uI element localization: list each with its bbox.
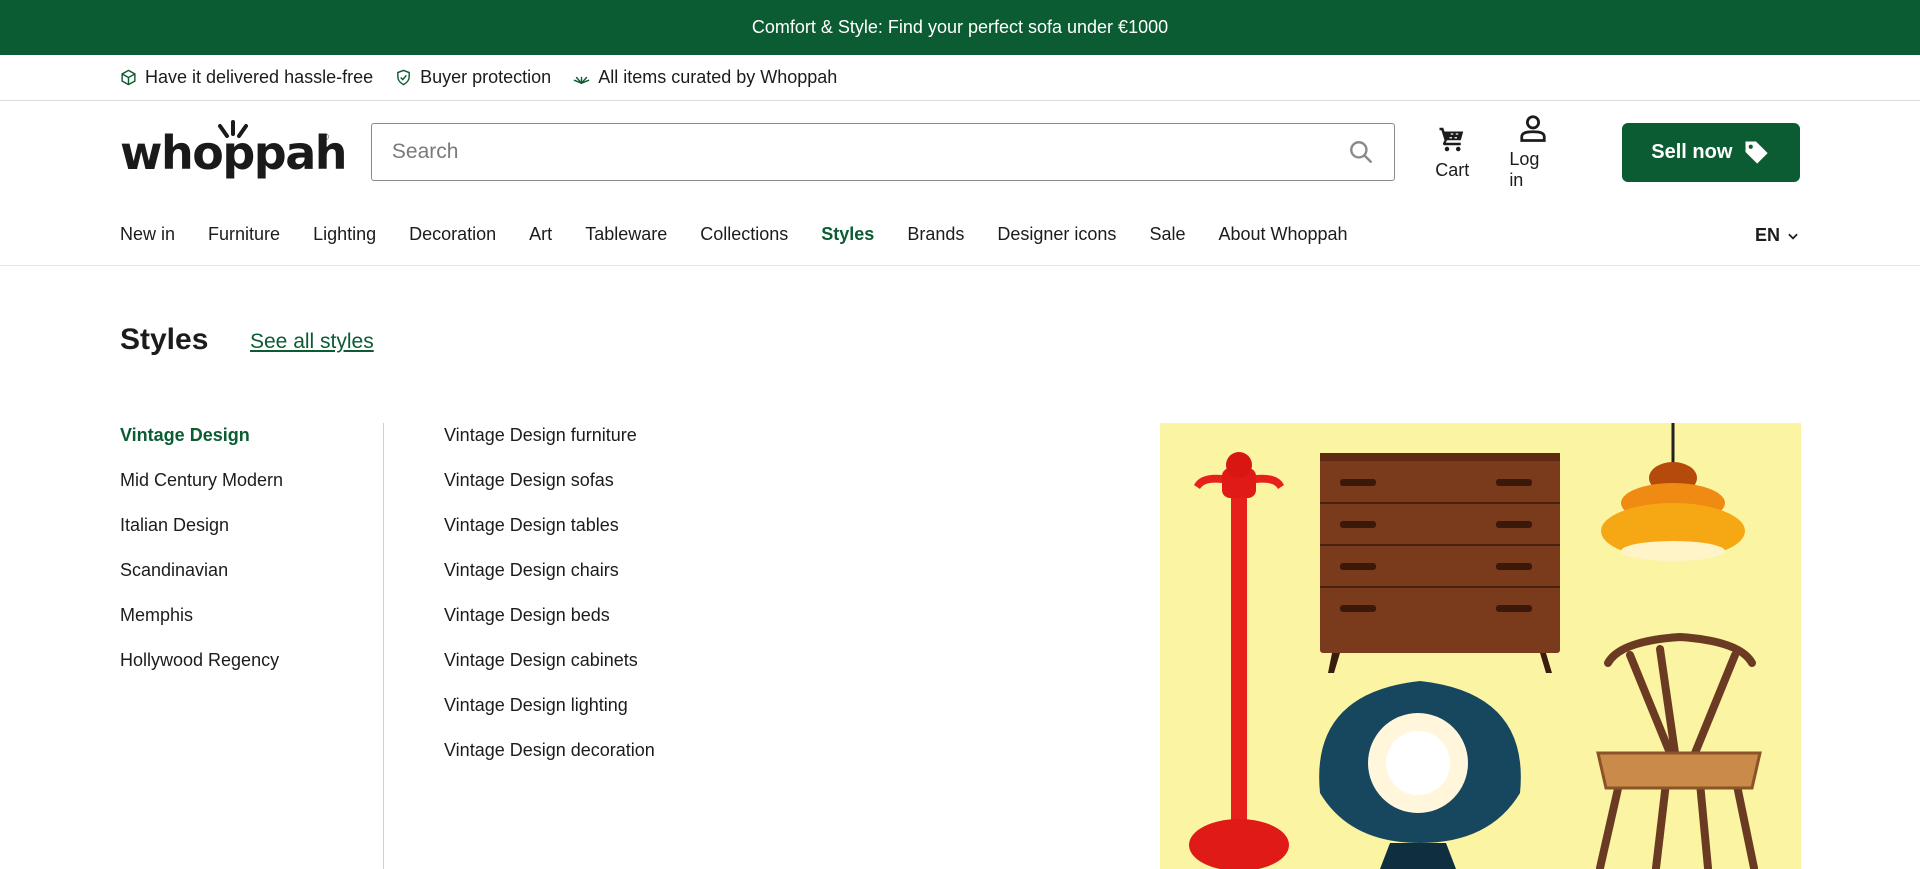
styles-list: Vintage Design Mid Century Modern Italia… [120, 424, 283, 694]
vintage-furniture-illustration [1189, 423, 1762, 869]
style-item-memphis[interactable]: Memphis [120, 604, 283, 649]
usp-label: Buyer protection [420, 67, 552, 87]
subcategory-item[interactable]: Vintage Design tables [444, 514, 655, 559]
logo-text: whoppah [120, 126, 348, 180]
login-label: Log in [1509, 149, 1540, 190]
usp-bar: Have it delivered hassle-free Buyer prot… [0, 55, 1920, 101]
see-all-styles-link[interactable]: See all styles [250, 330, 374, 354]
usp-delivery: Have it delivered hassle-free [120, 67, 373, 88]
sell-now-button[interactable]: Sell now [1621, 122, 1800, 182]
subcategory-item[interactable]: Vintage Design cabinets [444, 649, 655, 694]
nav-item-furniture[interactable]: Furniture [208, 224, 280, 245]
style-item-scandinavian[interactable]: Scandinavian [120, 559, 283, 604]
search-icon[interactable] [1348, 139, 1374, 165]
language-selector[interactable]: EN [1755, 225, 1800, 246]
subcategory-item[interactable]: Vintage Design sofas [444, 469, 655, 514]
dresser-illustration [1320, 453, 1560, 673]
panel-title: Styles [120, 323, 209, 356]
style-item-hollywood-regency[interactable]: Hollywood Regency [120, 649, 283, 694]
cart-button[interactable]: Cart [1435, 124, 1469, 181]
nav-item-tableware[interactable]: Tableware [585, 224, 667, 245]
search-bar[interactable] [370, 123, 1396, 181]
promo-banner[interactable]: Comfort & Style: Find your perfect sofa … [0, 0, 1920, 55]
chevron-down-icon [1788, 233, 1798, 240]
nav-item-sale[interactable]: Sale [1149, 224, 1185, 245]
main-nav: New in Furniture Lighting Decoration Art… [0, 203, 1920, 266]
style-item-mid-century-modern[interactable]: Mid Century Modern [120, 469, 283, 514]
nav-item-designer-icons[interactable]: Designer icons [997, 224, 1116, 245]
style-item-italian-design[interactable]: Italian Design [120, 514, 283, 559]
nav-item-art[interactable]: Art [529, 224, 552, 245]
usp-label: Have it delivered hassle-free [145, 67, 374, 87]
table-lamp-illustration [1319, 681, 1521, 869]
coat-stand-illustration [1189, 452, 1289, 869]
sell-now-label: Sell now [1651, 140, 1733, 163]
nav-item-brands[interactable]: Brands [907, 224, 964, 245]
subcategory-item[interactable]: Vintage Design beds [444, 604, 655, 649]
usp-protection: Buyer protection [395, 67, 551, 88]
styles-mega-menu: Styles See all styles Vintage Design Mid… [0, 268, 1920, 869]
search-input[interactable] [391, 140, 1349, 164]
logo-registered-mark: ® [322, 132, 329, 142]
site-header: whoppah ® Cart Log in Sell now [0, 101, 1920, 203]
nav-item-styles[interactable]: Styles [821, 224, 874, 245]
shield-check-icon [397, 69, 410, 86]
nav-item-collections[interactable]: Collections [700, 224, 788, 245]
vintage-design-promo-image[interactable] [1160, 423, 1801, 869]
cart-icon [1439, 127, 1464, 151]
nav-item-about[interactable]: About Whoppah [1218, 224, 1347, 245]
menu-divider [383, 423, 384, 869]
language-label: EN [1754, 225, 1780, 245]
subcategory-item[interactable]: Vintage Design furniture [444, 424, 655, 469]
nav-item-new-in[interactable]: New in [120, 224, 175, 245]
sparkle-icon [573, 76, 590, 84]
whoppah-logo[interactable]: whoppah ® [120, 120, 348, 182]
usp-label: All items curated by Whoppah [598, 67, 838, 87]
nav-item-decoration[interactable]: Decoration [409, 224, 496, 245]
login-button[interactable]: Log in [1509, 113, 1557, 191]
price-tag-icon [1745, 141, 1769, 164]
subcategory-item[interactable]: Vintage Design chairs [444, 559, 655, 604]
promo-banner-text[interactable]: Comfort & Style: Find your perfect sofa … [752, 17, 1168, 38]
chair-seat-illustration [1596, 751, 1762, 790]
usp-curated: All items curated by Whoppah [573, 67, 837, 88]
pendant-lamp-illustration [1601, 423, 1745, 561]
style-item-vintage-design[interactable]: Vintage Design [120, 424, 283, 469]
nav-item-lighting[interactable]: Lighting [313, 224, 376, 245]
box-icon [121, 69, 136, 86]
subcategory-list: Vintage Design furniture Vintage Design … [444, 424, 655, 784]
subcategory-item[interactable]: Vintage Design decoration [444, 739, 655, 784]
subcategory-item[interactable]: Vintage Design lighting [444, 694, 655, 739]
cart-label: Cart [1435, 159, 1470, 180]
user-icon [1520, 115, 1547, 142]
